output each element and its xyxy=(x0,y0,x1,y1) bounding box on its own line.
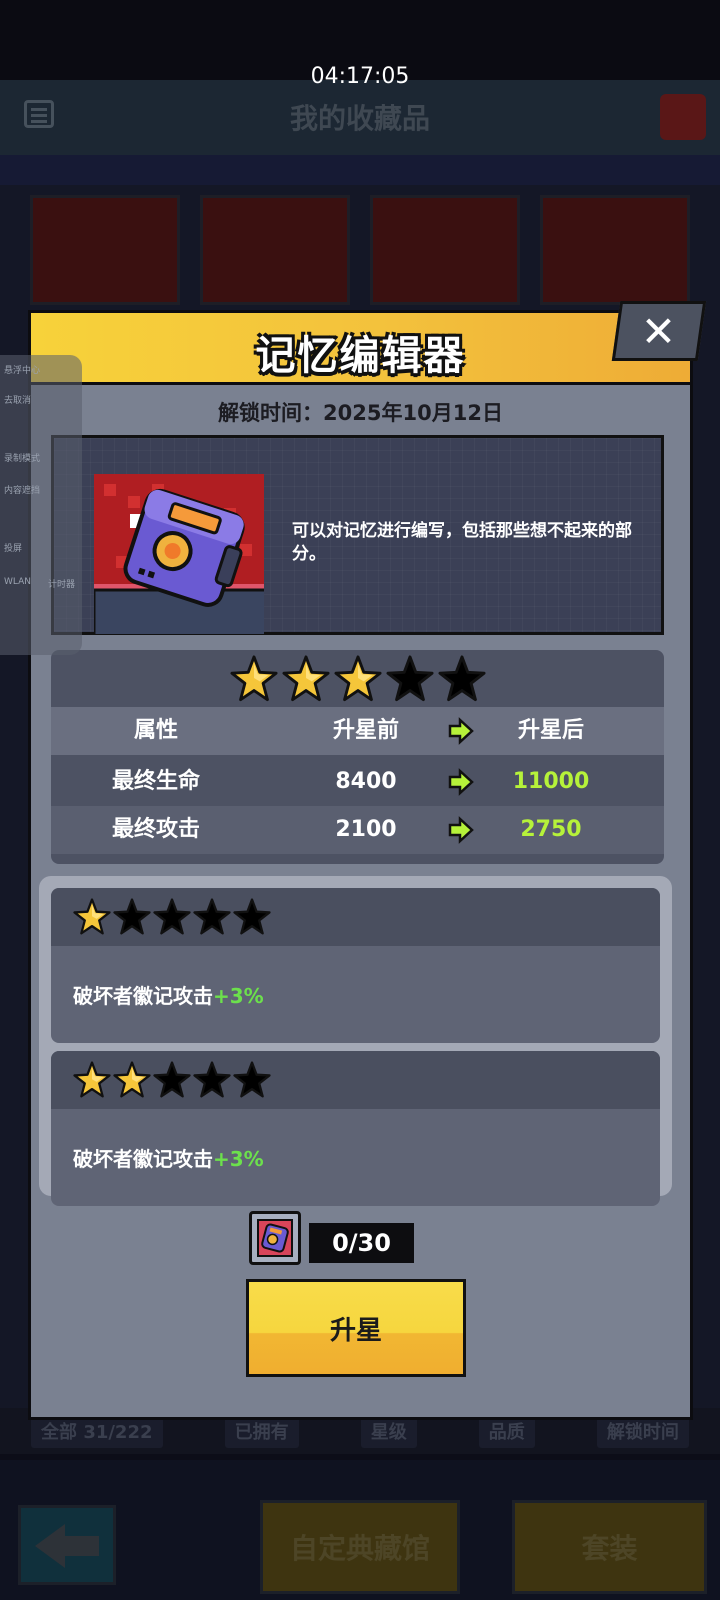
level-effect: 破坏者徽记攻击+3% xyxy=(73,984,264,1008)
star-filled-icon xyxy=(333,655,382,702)
refresh-icon[interactable] xyxy=(660,94,706,140)
side-panel-item[interactable]: 去取消 xyxy=(4,393,31,406)
stat-name: 最终攻击 xyxy=(111,817,200,842)
stat-name: 最终生命 xyxy=(111,769,200,794)
collection-card[interactable] xyxy=(30,195,180,305)
memory-editor-device-icon xyxy=(249,1211,301,1265)
star-level-effects: 破坏者徽记攻击+3% 破坏者徽记攻击+3% xyxy=(39,876,672,1206)
stat-after: 11000 xyxy=(512,769,590,794)
stat-before: 8400 xyxy=(335,769,397,794)
star-filled-icon xyxy=(113,1061,151,1098)
arrow-right-icon xyxy=(441,758,481,806)
stats-header-row: 属性 升星前 升星后 xyxy=(51,707,664,755)
modal-header: 记忆编辑器 xyxy=(31,313,690,385)
star-filled-icon xyxy=(281,655,330,702)
arrow-right-icon xyxy=(441,707,481,755)
collection-card[interactable] xyxy=(370,195,520,305)
unlock-date: 解锁时间：2025年10月12日 xyxy=(218,401,503,425)
close-icon: ✕ xyxy=(641,306,677,356)
header-attribute: 属性 xyxy=(133,718,178,743)
close-button[interactable]: ✕ xyxy=(611,301,707,361)
star-filled-icon xyxy=(229,655,278,702)
star-empty-icon xyxy=(385,655,434,702)
star-empty-icon xyxy=(113,898,151,935)
star-empty-icon xyxy=(233,898,271,935)
star-empty-icon xyxy=(437,655,486,702)
collection-card[interactable] xyxy=(540,195,690,305)
level-card: 破坏者徽记攻击+3% xyxy=(51,1051,660,1206)
side-panel-item[interactable]: 计时器 xyxy=(48,577,75,590)
floating-side-panel[interactable]: 悬浮中心 去取消 录制模式 内容遮挡 投屏 WLAN 计时器 xyxy=(0,355,82,655)
side-panel-item[interactable]: 投屏 xyxy=(4,541,22,554)
upgrade-star-button[interactable]: 升星 xyxy=(246,1279,466,1377)
level-stars xyxy=(51,888,660,946)
star-filled-icon xyxy=(73,1061,111,1098)
status-time: 04:17:05 xyxy=(310,64,410,89)
item-preview-panel: 可以对记忆进行编写，包括那些想不起来的部分。 xyxy=(51,435,664,642)
header-strip xyxy=(0,155,720,185)
header-after: 升星后 xyxy=(517,718,584,743)
side-panel-item[interactable]: 内容遮挡 xyxy=(4,483,40,496)
star-rating xyxy=(51,655,664,707)
stats-row: 最终生命 8400 11000 xyxy=(51,758,664,806)
upgrade-stats-panel: 属性 升星前 升星后 最终生命 8400 11000 最终攻击 2100 275… xyxy=(51,650,664,864)
side-panel-item[interactable]: 录制模式 xyxy=(4,451,40,464)
star-empty-icon xyxy=(193,1061,231,1098)
material-count: 0/30 xyxy=(309,1223,414,1263)
star-empty-icon xyxy=(153,898,191,935)
set-button[interactable]: 套装 xyxy=(512,1500,707,1594)
modal-title: 记忆编辑器 xyxy=(255,333,466,379)
stat-after: 2750 xyxy=(520,817,582,842)
stat-before: 2100 xyxy=(335,817,397,842)
level-card: 破坏者徽记攻击+3% xyxy=(51,888,660,1043)
side-panel-item[interactable]: WLAN xyxy=(4,577,31,587)
memory-editor-device-icon xyxy=(92,474,272,642)
stats-row: 最终攻击 2100 2750 xyxy=(51,806,664,854)
item-description: 可以对记忆进行编写，包括那些想不起来的部分。 xyxy=(292,521,632,564)
collection-card[interactable] xyxy=(200,195,350,305)
star-filled-icon xyxy=(73,898,111,935)
item-detail-modal: 记忆编辑器 ✕ 解锁时间：2025年10月12日 可以对记忆进行编写，包括那些想… xyxy=(28,301,707,1420)
page-title: 我的收藏品 xyxy=(289,102,430,135)
header-before: 升星前 xyxy=(332,718,399,743)
level-stars xyxy=(51,1051,660,1109)
arrow-right-icon xyxy=(441,806,481,854)
star-empty-icon xyxy=(193,898,231,935)
star-empty-icon xyxy=(153,1061,191,1098)
custom-museum-button[interactable]: 自定典藏馆 xyxy=(260,1500,460,1594)
level-effect: 破坏者徽记攻击+3% xyxy=(73,1147,264,1171)
star-empty-icon xyxy=(233,1061,271,1098)
back-button[interactable] xyxy=(18,1505,116,1585)
side-panel-item[interactable]: 悬浮中心 xyxy=(4,363,40,376)
